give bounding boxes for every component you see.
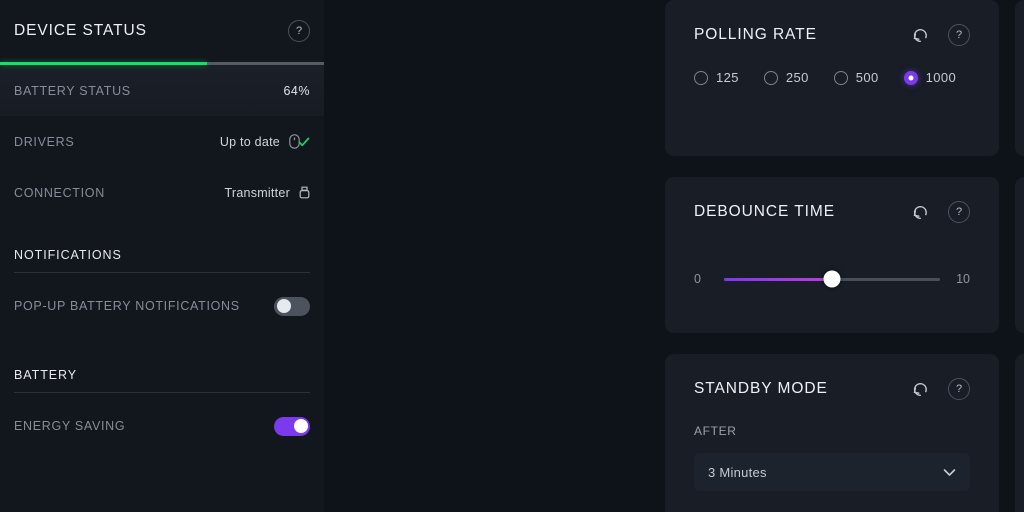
radio-label: 1000 (925, 70, 957, 85)
radio-label: 250 (785, 70, 809, 85)
section-title-notifications: NOTIFICATIONS (14, 248, 122, 262)
card-header-standby-mode: STANDBY MODE ? (665, 354, 999, 424)
radio-label: 500 (855, 70, 879, 85)
standby-field-label: AFTER (694, 424, 737, 438)
standby-after-select[interactable]: 3 Minutes (694, 453, 970, 491)
battery-progress-bar (0, 62, 324, 65)
sidebar-item-label: ENERGY SAVING (14, 419, 126, 433)
status-row-drivers[interactable]: DRIVERS Up to date (0, 116, 324, 167)
card-dcu-calibration: DCU CALIBRATION ? Very Low Low (1015, 0, 1024, 156)
help-icon[interactable]: ? (948, 378, 970, 400)
status-row-battery[interactable]: BATTERY STATUS 64% (0, 65, 324, 116)
help-icon[interactable]: ? (948, 24, 970, 46)
reset-arrow-icon[interactable] (910, 202, 930, 222)
help-icon[interactable]: ? (948, 201, 970, 223)
radio-dot (763, 70, 778, 85)
status-label-battery: BATTERY STATUS (14, 83, 131, 98)
radio-option-125[interactable]: 125 (694, 70, 739, 85)
popup-notifications-toggle[interactable] (274, 296, 310, 316)
status-value-connection: Transmitter (225, 186, 311, 200)
card-debounce-time: DEBOUNCE TIME ? 0 10 (665, 177, 999, 333)
settings-column-middle: POLLING RATE ? 125 250 500 1000 DEBOUNCE… (665, 0, 999, 512)
status-row-connection[interactable]: CONNECTION Transmitter (0, 167, 324, 218)
status-label-connection: CONNECTION (14, 185, 105, 200)
sidebar-section-battery: BATTERY ENERGY SAVING (0, 368, 324, 448)
polling-rate-radio-group: 125 250 500 1000 (665, 70, 999, 85)
radio-option-250[interactable]: 250 (763, 70, 809, 85)
card-header-icons: ? (910, 201, 970, 223)
check-icon (298, 136, 310, 148)
card-title-standby-mode: STANDBY MODE (694, 380, 828, 397)
debounce-slider-track[interactable] (724, 270, 940, 288)
card-header-debounce-time: DEBOUNCE TIME ? (665, 177, 999, 247)
radio-label: 125 (716, 70, 739, 85)
card-polling-rate: POLLING RATE ? 125 250 500 1000 (665, 0, 999, 156)
chevron-down-icon (943, 468, 956, 477)
radio-option-500[interactable]: 500 (833, 70, 879, 85)
battery-progress-fill (0, 62, 208, 65)
sidebar-item-popup-battery-notifications[interactable]: POP-UP BATTERY NOTIFICATIONS (0, 284, 324, 328)
battery-percent-text: 64% (283, 83, 310, 98)
card-header-polling-rate: POLLING RATE ? (665, 0, 999, 70)
radio-dot (903, 70, 918, 85)
card-header-icons: ? (910, 378, 970, 400)
toggle-knob (293, 419, 308, 433)
motion-sync-activate-row: ACTIVATE (1015, 445, 1024, 464)
debounce-slider-row: 0 10 (665, 270, 999, 288)
reset-arrow-icon[interactable] (910, 379, 930, 399)
sidebar-header: DEVICE STATUS ? (0, 0, 324, 62)
status-label-drivers: DRIVERS (14, 134, 75, 149)
card-standby-mode: STANDBY MODE ? AFTER 3 Minutes (665, 354, 999, 512)
status-value-battery: 64% (283, 84, 310, 98)
radio-dot (694, 70, 708, 85)
debounce-slider-fill (724, 277, 832, 281)
toggle-knob (276, 299, 291, 313)
settings-column-right: DCU CALIBRATION ? Very Low Low (1015, 0, 1024, 512)
card-title-polling-rate: POLLING RATE (694, 26, 817, 43)
card-header-dcu-calibration: DCU CALIBRATION ? (1015, 0, 1024, 70)
status-value-drivers: Up to date (220, 134, 310, 149)
radio-option-1000[interactable]: 1000 (903, 70, 957, 85)
page-title: DEVICE STATUS (14, 22, 147, 39)
card-header-angle-snapping: ANGLE SNAPPING ? (1015, 177, 1024, 247)
transmitter-dongle-icon (299, 186, 310, 199)
settings-app-window: DEVICE STATUS ? BATTERY STATUS 64% DRIVE… (0, 0, 1024, 512)
drivers-status-text: Up to date (219, 134, 280, 149)
energy-saving-toggle[interactable] (274, 416, 310, 436)
help-icon[interactable]: ? (288, 20, 310, 42)
reset-arrow-icon[interactable] (910, 25, 930, 45)
slider-max-label: 10 (956, 272, 970, 286)
card-angle-snapping: ANGLE SNAPPING ? ACTIVATE (1015, 177, 1024, 333)
settings-main-area: POLLING RATE ? 125 250 500 1000 DEBOUNCE… (324, 0, 1024, 512)
sidebar-section-notifications: NOTIFICATIONS POP-UP BATTERY NOTIFICATIO… (0, 248, 324, 328)
card-header-motion-sync: MOTION SYNC ? (1015, 354, 1024, 424)
angle-snapping-activate-row: ACTIVATE (1015, 268, 1024, 287)
standby-after-value: 3 Minutes (708, 464, 767, 480)
radio-dot (833, 70, 848, 85)
card-motion-sync: MOTION SYNC ? ACTIVATE (1015, 354, 1024, 512)
card-title-debounce-time: DEBOUNCE TIME (694, 203, 835, 220)
sidebar-item-label: POP-UP BATTERY NOTIFICATIONS (14, 299, 240, 313)
device-status-sidebar: DEVICE STATUS ? BATTERY STATUS 64% DRIVE… (0, 0, 324, 512)
slider-min-label: 0 (694, 272, 701, 286)
connection-type-text: Transmitter (224, 185, 290, 200)
section-title-battery: BATTERY (14, 368, 78, 382)
card-header-icons: ? (910, 24, 970, 46)
sidebar-item-energy-saving[interactable]: ENERGY SAVING (0, 404, 324, 448)
debounce-slider-thumb[interactable] (823, 270, 841, 288)
